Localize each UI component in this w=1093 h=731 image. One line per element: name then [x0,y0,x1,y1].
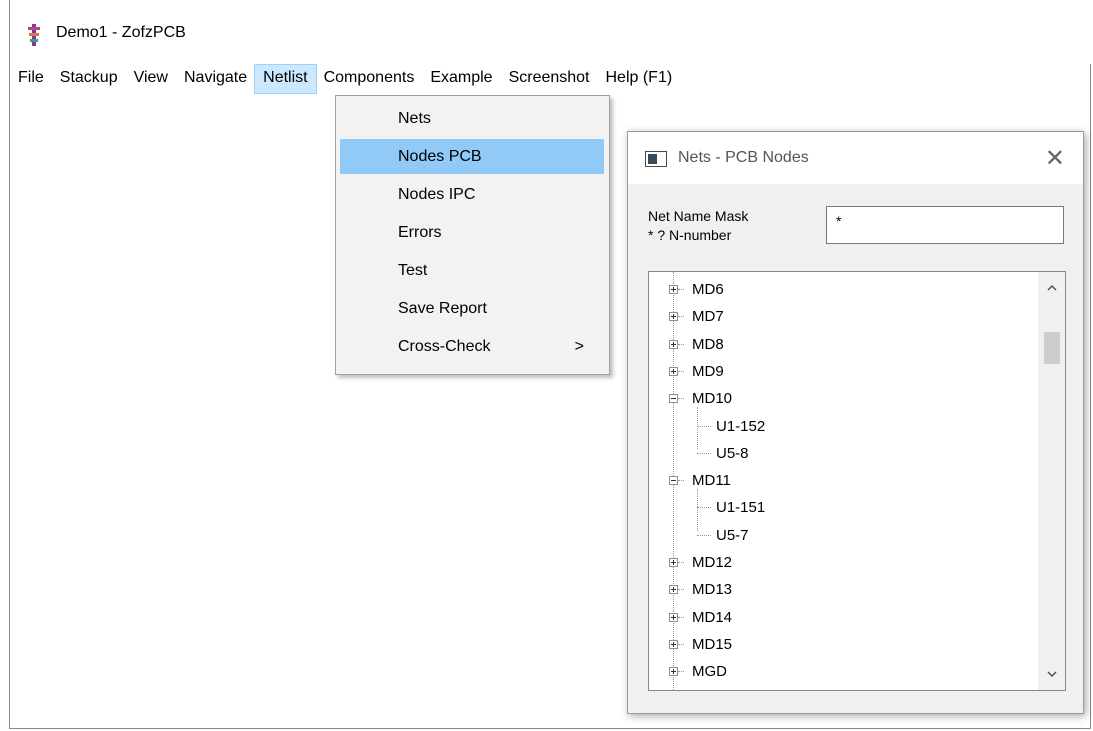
tree-node-net[interactable]: MD10 [692,385,732,412]
expand-icon[interactable] [669,585,678,595]
submenu-arrow-icon: > [574,338,584,355]
expand-icon[interactable] [669,558,678,567]
tree-connector-line [697,534,711,536]
expand-icon[interactable] [669,339,678,349]
dialog-title: Nets - PCB Nodes [678,149,809,166]
menu-item-errors[interactable]: Errors [340,215,604,250]
expand-icon[interactable] [669,667,678,677]
tree-connector-line [678,343,684,345]
menu-example[interactable]: Example [422,65,500,93]
net-name-mask-input[interactable]: * [826,206,1064,244]
tree-node-pin[interactable]: U5-8 [716,440,749,467]
scrollbar-thumb[interactable] [1044,332,1060,364]
menu-item-cross-check[interactable]: Cross-Check > [340,329,604,364]
tree-node-pin[interactable]: U5-7 [716,522,749,549]
menu-netlist[interactable]: Netlist [254,64,317,94]
collapse-icon[interactable] [669,476,678,486]
tree-connector-line [678,316,684,318]
menu-view[interactable]: View [126,65,176,93]
tree-node-net[interactable]: MD13 [692,576,732,603]
tree-connector-line [697,425,711,427]
tree-connector-line [697,452,711,454]
nets-tree-view[interactable]: MD6 MD7 MD8 MD9 MD10 U1-152 U5-8 MD11 U1-151 U5-7… [648,271,1066,691]
collapse-icon[interactable] [669,394,678,404]
tree-connector-line [697,407,698,449]
tree-connector-line [678,643,684,645]
tree-vertical-scrollbar[interactable] [1038,272,1065,690]
tree-node-pin[interactable]: U1-151 [716,494,765,521]
menu-item-label: Test [398,262,428,279]
tree-node-net[interactable]: MD9 [692,358,724,385]
close-icon[interactable]: ✕ [1045,144,1065,173]
net-name-mask-label: Net Name Mask * ? N-number [648,207,748,245]
netlist-dropdown-menu: Nets Nodes PCB Nodes IPC Errors Test Save Rep… [335,95,610,375]
tree-connector-line [678,589,684,591]
nets-pcb-nodes-dialog: Nets - PCB Nodes ✕ Net Name Mask * ? N-n… [627,131,1084,714]
tree-connector-line [678,562,684,563]
menu-item-label: Cross-Check [398,338,491,355]
tree-node-net[interactable]: MD6 [692,276,724,303]
expand-icon[interactable] [669,285,678,294]
tree-node-net[interactable]: MD7 [692,303,724,330]
tree-connector-line [678,480,684,482]
scroll-up-icon[interactable] [1038,278,1065,298]
menu-item-label: Save Report [398,300,487,317]
tree-connector-line [678,289,684,290]
mask-label-line2: * ? N-number [648,227,732,243]
menu-item-label: Nodes PCB [398,148,482,165]
menu-item-nodes-ipc[interactable]: Nodes IPC [340,177,604,212]
menu-help-f1[interactable]: Help (F1) [598,65,681,93]
tree-connector-line [678,370,684,372]
dialog-title-bar[interactable]: Nets - PCB Nodes ✕ [628,132,1083,184]
scroll-down-icon[interactable] [1038,664,1065,684]
tree-node-net[interactable]: MD14 [692,604,732,631]
tree-node-net[interactable]: MD15 [692,631,732,658]
expand-icon[interactable] [669,639,678,649]
tree-node-net[interactable]: MD12 [692,549,732,576]
tree-node-net[interactable]: MGD [692,658,727,685]
menu-stackup[interactable]: Stackup [52,65,126,93]
menu-item-nets[interactable]: Nets [340,101,604,136]
menu-file[interactable]: File [10,65,52,93]
menu-item-save-report[interactable]: Save Report [340,291,604,326]
menu-bar: File Stackup View Navigate Netlist Components… [10,64,1091,94]
menu-item-label: Nets [398,110,431,127]
tree-connector-line [697,507,711,509]
mask-label-line1: Net Name Mask [648,208,749,224]
window-title: Demo1 - ZofzPCB [56,24,186,41]
tree-connector-line [678,616,684,618]
menu-navigate[interactable]: Navigate [176,65,255,93]
tree-node-pin[interactable]: U1-152 [716,413,765,440]
expand-icon[interactable] [669,612,678,622]
dialog-window-icon [645,151,667,167]
menu-components[interactable]: Components [316,65,423,93]
tree-node-net[interactable]: MD8 [692,331,724,358]
app-logo-icon [28,24,40,46]
expand-icon[interactable] [669,312,678,322]
menu-screenshot[interactable]: Screenshot [501,65,598,93]
tree-connector-line [678,398,684,400]
menu-item-test[interactable]: Test [340,253,604,288]
menu-item-nodes-pcb[interactable]: Nodes PCB [340,139,604,174]
menu-item-label: Errors [398,224,442,241]
expand-icon[interactable] [669,366,678,376]
tree-connector-line [678,671,684,673]
menu-item-label: Nodes IPC [398,186,476,203]
tree-connector-line [697,489,698,531]
